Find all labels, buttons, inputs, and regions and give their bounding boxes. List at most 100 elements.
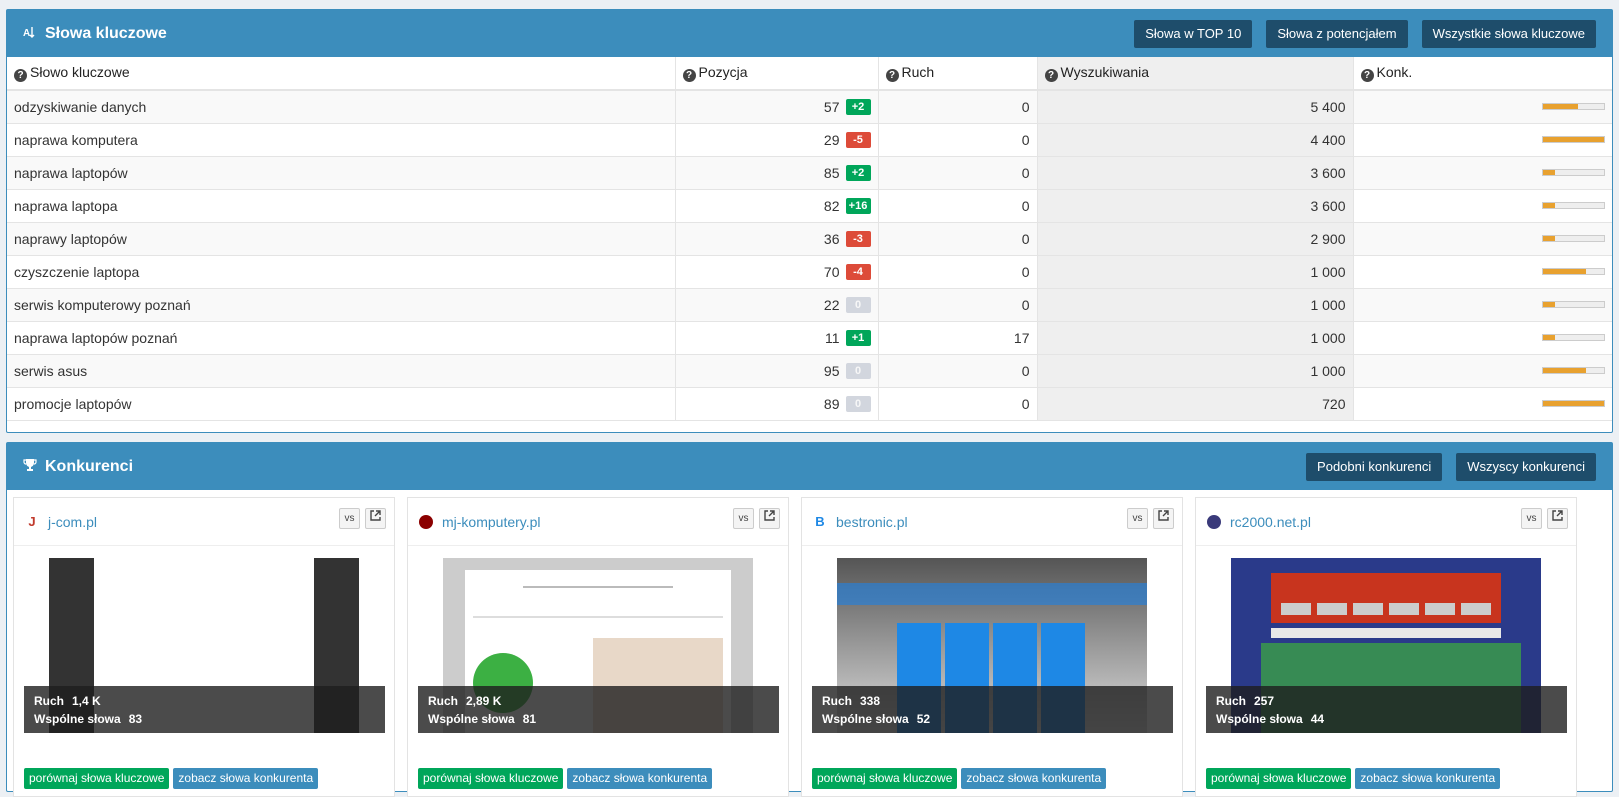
competitor-card-header: mj-komputery.pl vs: [408, 498, 788, 546]
keyword-cell[interactable]: naprawy laptopów: [7, 222, 676, 256]
keyword-cell[interactable]: serwis asus: [7, 354, 676, 388]
external-link-icon[interactable]: [365, 508, 386, 529]
site-thumbnail: Ruch 1,4 K Wspólne słowa 83: [24, 558, 385, 733]
external-link-icon[interactable]: [759, 508, 780, 529]
all-keywords-button[interactable]: Wszystkie słowa kluczowe: [1421, 20, 1596, 48]
searches-cell: 5 400: [1037, 90, 1354, 124]
keyword-cell[interactable]: czyszczenie laptopa: [7, 255, 676, 289]
col-competition[interactable]: ? Konk.: [1353, 57, 1612, 91]
potential-keywords-button[interactable]: Słowa z potencjałem: [1266, 20, 1408, 48]
traffic-cell: 0: [878, 354, 1038, 388]
position-value: 22: [823, 296, 840, 313]
competition-cell: [1353, 156, 1612, 190]
position-cell: 85 +2: [675, 156, 879, 190]
favicon-icon: [418, 514, 434, 530]
position-change-badge: +2: [845, 98, 871, 115]
competition-cell: [1353, 189, 1612, 223]
keywords-title-text: Słowa kluczowe: [45, 24, 167, 42]
vs-button[interactable]: vs: [1127, 508, 1148, 529]
external-link-icon[interactable]: [1153, 508, 1174, 529]
traffic-cell: 0: [878, 255, 1038, 289]
competitors-panel: Konkurenci Podobni konkurenci Wszyscy ko…: [6, 442, 1613, 797]
traffic-value: 257: [1254, 694, 1275, 708]
col-position[interactable]: ? Pozycja: [675, 57, 879, 91]
similar-competitors-button[interactable]: Podobni konkurenci: [1306, 453, 1443, 481]
common-keywords-value: 81: [522, 712, 537, 726]
searches-cell: 2 900: [1037, 222, 1354, 256]
top10-keywords-button[interactable]: Słowa w TOP 10: [1134, 20, 1253, 48]
competition-cell: [1353, 387, 1612, 421]
position-change-badge: -3: [845, 230, 871, 247]
site-thumbnail: Ruch 2,89 K Wspólne słowa 81: [418, 558, 779, 733]
competitors-panel-title: Konkurenci: [23, 458, 133, 476]
position-change-badge: -5: [845, 131, 871, 148]
competitor-domain-link[interactable]: j-com.pl: [48, 514, 97, 530]
position-cell: 29 -5: [675, 123, 879, 157]
external-link-icon[interactable]: [1547, 508, 1568, 529]
keyword-cell[interactable]: promocje laptopów: [7, 387, 676, 421]
searches-cell: 720: [1037, 387, 1354, 421]
searches-cell: 1 000: [1037, 354, 1354, 388]
competition-cell: [1353, 222, 1612, 256]
position-value: 82: [823, 197, 840, 214]
competitor-card: Bbestronic.pl vs Ruch 338 Wspólne słowa 52 por…: [801, 497, 1183, 797]
competitor-domain-link[interactable]: mj-komputery.pl: [442, 514, 541, 530]
vs-button[interactable]: vs: [339, 508, 360, 529]
traffic-value: 1,4 K: [72, 694, 101, 708]
keywords-panel: A Słowa kluczowe Słowa w TOP 10 Słowa z …: [6, 9, 1613, 433]
table-row: naprawa laptopów 85 +2 0 3 600: [7, 156, 1612, 190]
competition-bar-fill: [1543, 236, 1556, 241]
traffic-label: Ruch: [428, 694, 458, 708]
competition-cell: [1353, 321, 1612, 355]
competitor-domain-link[interactable]: bestronic.pl: [836, 514, 908, 530]
stats-overlay: Ruch 1,4 K Wspólne słowa 83: [24, 686, 385, 733]
competitors-title-text: Konkurenci: [45, 457, 134, 475]
vs-button[interactable]: vs: [1521, 508, 1542, 529]
site-thumbnail: Ruch 338 Wspólne słowa 52: [812, 558, 1173, 733]
col-keyword[interactable]: ? Słowo kluczowe: [7, 57, 676, 91]
traffic-label: Ruch: [34, 694, 64, 708]
table-row: promocje laptopów 89 0 0 720: [7, 387, 1612, 421]
keyword-cell[interactable]: naprawa komputera: [7, 123, 676, 157]
col-traffic[interactable]: ? Ruch: [878, 57, 1038, 91]
common-keywords-value: 52: [916, 712, 931, 726]
keyword-cell[interactable]: naprawa laptopa: [7, 189, 676, 223]
table-row: serwis asus 95 0 0 1 000: [7, 354, 1612, 388]
keyword-cell[interactable]: odzyskiwanie danych: [7, 90, 676, 124]
position-cell: 22 0: [675, 288, 879, 322]
keyword-cell[interactable]: naprawa laptopów: [7, 156, 676, 190]
question-icon: ?: [885, 69, 899, 82]
position-cell: 95 0: [675, 354, 879, 388]
col-searches[interactable]: ? Wyszukiwania: [1037, 57, 1354, 91]
competitor-card: mj-komputery.pl vs Ruch 2,89 K Wspólne słowa…: [407, 497, 789, 797]
table-header-row: ? Słowo kluczowe ? Pozycja ? Ruch ? Wyszukiw…: [7, 57, 1612, 91]
table-row: naprawa komputera 29 -5 0 4 400: [7, 123, 1612, 157]
competition-bar: [1542, 136, 1605, 143]
stats-overlay: Ruch 2,89 K Wspólne słowa 81: [418, 686, 779, 733]
competition-bar: [1542, 400, 1605, 407]
position-value: 11: [824, 329, 840, 346]
sort-alpha-icon: A: [23, 25, 37, 42]
keywords-panel-title: A Słowa kluczowe: [23, 25, 167, 43]
stats-overlay: Ruch 338 Wspólne słowa 52: [812, 686, 1173, 733]
keyword-cell[interactable]: serwis komputerowy poznań: [7, 288, 676, 322]
competition-cell: [1353, 354, 1612, 388]
position-change-badge: 0: [845, 395, 871, 412]
competition-cell: [1353, 123, 1612, 157]
position-cell: 70 -4: [675, 255, 879, 289]
traffic-cell: 0: [878, 90, 1038, 124]
vs-button[interactable]: vs: [733, 508, 754, 529]
competition-bar-fill: [1543, 401, 1604, 406]
keyword-cell[interactable]: naprawa laptopów poznań: [7, 321, 676, 355]
position-value: 36: [823, 230, 840, 247]
competition-bar: [1542, 202, 1605, 209]
competition-bar-fill: [1543, 302, 1556, 307]
position-change-badge: +2: [845, 164, 871, 181]
competition-bar: [1542, 334, 1605, 341]
competitor-domain-link[interactable]: rc2000.net.pl: [1230, 514, 1311, 530]
searches-cell: 3 600: [1037, 156, 1354, 190]
competition-bar-fill: [1543, 368, 1586, 373]
all-competitors-button[interactable]: Wszyscy konkurenci: [1456, 453, 1596, 481]
position-cell: 89 0: [675, 387, 879, 421]
competitor-card-header: rc2000.net.pl vs: [1196, 498, 1576, 546]
